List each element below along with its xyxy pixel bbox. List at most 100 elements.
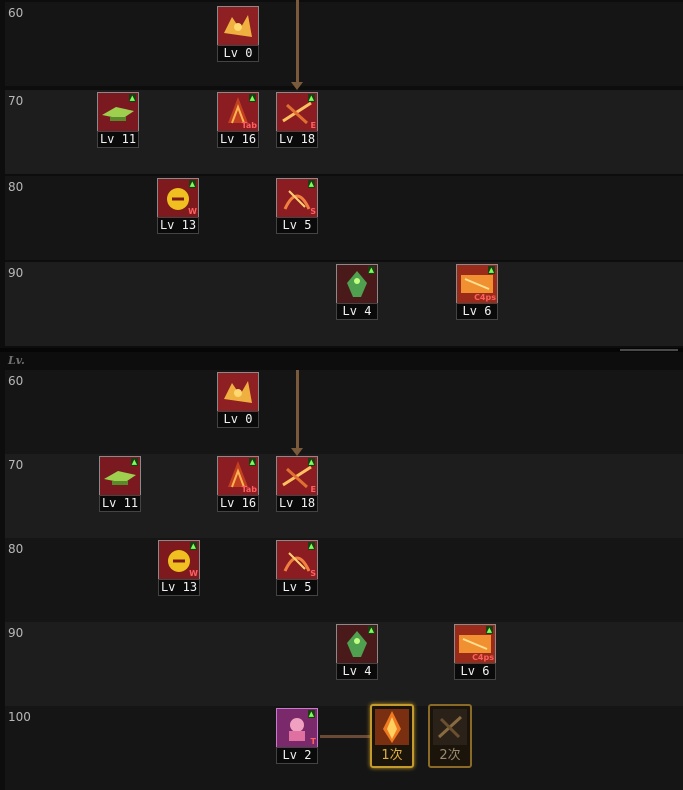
skill-slot[interactable]: ▲ E Lv 18	[276, 456, 318, 514]
level-row-80: 80	[5, 176, 683, 260]
awakening-2-label: 2次	[439, 748, 461, 763]
skill-tree-panel-top: 60 70 80 90 Lv 0 ▲ Lv 11 ▲ Tab Lv 16 ▲ E…	[0, 0, 683, 348]
requirement-badge: ▲	[307, 710, 315, 718]
requirement-badge: ▲	[248, 94, 256, 102]
skill-level-label: Lv 6	[456, 303, 498, 320]
awakening-connector	[320, 735, 370, 738]
skill-level-label: Lv 18	[276, 131, 318, 148]
prerequisite-connector	[296, 0, 299, 84]
skill-icon: ▲ E	[276, 456, 318, 496]
hotkey-tag: Tab	[241, 121, 257, 130]
level-label: 70	[8, 94, 24, 108]
skill-slot[interactable]: ▲ C4ps Lv 6	[456, 264, 498, 322]
connector-arrow-icon	[291, 82, 303, 90]
awakening-1-button[interactable]: 1次	[370, 704, 414, 768]
requirement-badge: ▲	[307, 180, 315, 188]
level-label: 80	[8, 542, 24, 556]
skill-icon: ▲ T	[276, 708, 318, 748]
hotkey-tag: E	[310, 121, 316, 130]
skill-slot[interactable]: ▲ W Lv 13	[158, 540, 200, 598]
level-label: 80	[8, 180, 24, 194]
skill-slot[interactable]: Lv 0	[217, 372, 259, 430]
hotkey-tag: Tab	[241, 485, 257, 494]
skill-icon: ▲	[336, 624, 378, 664]
skill-slot[interactable]: ▲ Lv 11	[97, 92, 139, 150]
hotkey-tag: W	[188, 207, 197, 216]
skill-slot-level-100[interactable]: ▲ T Lv 2	[276, 708, 318, 766]
level-row-80: 80	[5, 538, 683, 622]
level-label: 60	[8, 374, 24, 388]
hotkey-tag: T	[310, 737, 316, 746]
skill-slot[interactable]: ▲ Lv 11	[99, 456, 141, 514]
skill-level-label: Lv 5	[276, 579, 318, 596]
skill-slot[interactable]: ▲ S Lv 5	[276, 178, 318, 236]
level-row-60: 60	[5, 2, 683, 86]
requirement-badge: ▲	[367, 626, 375, 634]
hotkey-tag: C4ps	[472, 653, 494, 662]
skill-slot[interactable]: ▲ Lv 4	[336, 624, 378, 682]
skill-icon	[433, 709, 467, 745]
skill-level-label: Lv 4	[336, 303, 378, 320]
skill-icon: ▲	[336, 264, 378, 304]
level-label: 90	[8, 626, 24, 640]
skill-icon: ▲ E	[276, 92, 318, 132]
skill-level-label: Lv 11	[99, 495, 141, 512]
requirement-badge: ▲	[248, 458, 256, 466]
skill-icon: ▲ W	[158, 540, 200, 580]
skill-icon: ▲	[99, 456, 141, 496]
prerequisite-connector	[296, 370, 299, 450]
level-row-60: 60	[5, 370, 683, 454]
awakening-1-label: 1次	[381, 748, 403, 763]
skill-icon: ▲ Tab	[217, 456, 259, 496]
skill-icon: ▲ S	[276, 178, 318, 218]
requirement-badge: ▲	[128, 94, 136, 102]
skill-slot[interactable]: ▲ C4ps Lv 6	[454, 624, 496, 682]
skill-level-label: Lv 6	[454, 663, 496, 680]
skill-level-label: Lv 4	[336, 663, 378, 680]
skill-tree-panel-bottom: 60 70 80 90 100 Lv 0 ▲ Lv 11 ▲ Tab Lv 16…	[0, 352, 683, 790]
flame-icon	[375, 709, 409, 745]
panel-divider-accent	[620, 349, 678, 351]
hotkey-tag: C4ps	[474, 293, 496, 302]
requirement-badge: ▲	[307, 458, 315, 466]
skill-level-label: Lv 5	[276, 217, 318, 234]
skill-slot[interactable]: ▲ Tab Lv 16	[217, 456, 259, 514]
skill-slot[interactable]: Lv 0	[217, 6, 259, 64]
skill-icon: ▲ Tab	[217, 92, 259, 132]
hotkey-tag: W	[189, 569, 198, 578]
skill-slot[interactable]: ▲ Tab Lv 16	[217, 92, 259, 150]
skill-slot[interactable]: ▲ S Lv 5	[276, 540, 318, 598]
skill-icon: ▲ W	[157, 178, 199, 218]
requirement-badge: ▲	[188, 180, 196, 188]
skill-icon: ▲ C4ps	[454, 624, 496, 664]
level-label: 100	[8, 710, 31, 724]
skill-slot[interactable]: ▲ W Lv 13	[157, 178, 199, 236]
requirement-badge: ▲	[367, 266, 375, 274]
hotkey-tag: E	[310, 485, 316, 494]
skill-icon	[217, 6, 259, 46]
skill-level-label: Lv 11	[97, 131, 139, 148]
skill-level-label: Lv 0	[217, 45, 259, 62]
skill-icon: ▲	[97, 92, 139, 132]
requirement-badge: ▲	[487, 266, 495, 274]
skill-icon	[217, 372, 259, 412]
level-label: 90	[8, 266, 24, 280]
skill-level-label: Lv 16	[217, 131, 259, 148]
skill-level-label: Lv 2	[276, 747, 318, 764]
skill-level-label: Lv 13	[157, 217, 199, 234]
requirement-badge: ▲	[307, 94, 315, 102]
skill-slot[interactable]: ▲ E Lv 18	[276, 92, 318, 150]
awakening-2-button[interactable]: 2次	[428, 704, 472, 768]
requirement-badge: ▲	[485, 626, 493, 634]
requirement-badge: ▲	[307, 542, 315, 550]
level-label: 70	[8, 458, 24, 472]
skill-icon: ▲ S	[276, 540, 318, 580]
requirement-badge: ▲	[130, 458, 138, 466]
skill-slot[interactable]: ▲ Lv 4	[336, 264, 378, 322]
requirement-badge: ▲	[189, 542, 197, 550]
connector-arrow-icon	[291, 448, 303, 456]
level-row-100: 100	[5, 706, 683, 790]
hotkey-tag: S	[310, 569, 316, 578]
level-label: 60	[8, 6, 24, 20]
skill-icon: ▲ C4ps	[456, 264, 498, 304]
